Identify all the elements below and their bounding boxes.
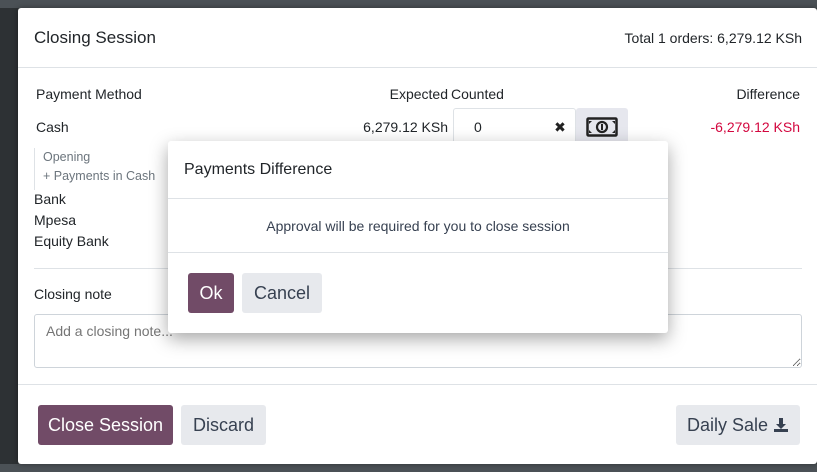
modal-footer: Close Session Discard Daily Sale — [18, 384, 817, 464]
modal-title: Closing Session — [34, 27, 156, 47]
background-edge — [0, 0, 18, 472]
payments-difference-dialog: Payments Difference Approval will be req… — [168, 141, 668, 333]
modal-header: Closing Session Total 1 orders: 6,279.12… — [18, 8, 817, 68]
background-stripe — [0, 464, 817, 472]
dialog-message: Approval will be required for you to clo… — [168, 199, 668, 253]
payment-method-bank: Bank — [34, 191, 66, 207]
other-payment-methods: Bank Mpesa Equity Bank — [34, 189, 109, 252]
money-icon — [586, 117, 618, 137]
cash-detail-opening: Opening — [43, 150, 91, 164]
total-orders: Total 1 orders: 6,279.12 KSh — [624, 29, 802, 46]
download-icon — [774, 418, 789, 432]
header-payment-method: Payment Method — [36, 86, 142, 102]
payment-method-mpesa: Mpesa — [34, 212, 77, 228]
closing-note-label: Closing note — [34, 286, 112, 302]
payment-methods-table: Payment Method Expected Counted Differen… — [34, 86, 802, 141]
header-difference: Difference — [736, 86, 800, 102]
cash-difference: -6,279.12 KSh — [710, 119, 800, 135]
dialog-title: Payments Difference — [168, 141, 668, 199]
discard-button[interactable]: Discard — [181, 405, 266, 445]
daily-sale-button[interactable]: Daily Sale — [676, 405, 800, 445]
background-stripe — [0, 0, 817, 8]
cash-expected: 6,279.12 KSh — [363, 119, 448, 135]
cancel-button[interactable]: Cancel — [242, 273, 322, 313]
close-session-button[interactable]: Close Session — [38, 405, 173, 445]
header-counted: Counted — [451, 86, 504, 102]
payment-method-equity-bank: Equity Bank — [34, 233, 109, 249]
cash-detail-payments: + Payments in Cash — [43, 169, 156, 183]
daily-sale-label: Daily Sale — [686, 414, 769, 435]
table-header: Payment Method Expected Counted Differen… — [34, 86, 802, 116]
cash-details: Opening + Payments in Cash — [34, 148, 164, 190]
cash-counted-value[interactable]: 0 — [474, 119, 545, 135]
cash-label: Cash — [36, 119, 69, 135]
clear-icon[interactable]: ✖ — [545, 119, 575, 136]
ok-button[interactable]: Ok — [188, 273, 234, 313]
table-row-cash: Cash 6,279.12 KSh -6,279.12 KSh — [34, 119, 802, 141]
header-expected: Expected — [389, 86, 448, 102]
